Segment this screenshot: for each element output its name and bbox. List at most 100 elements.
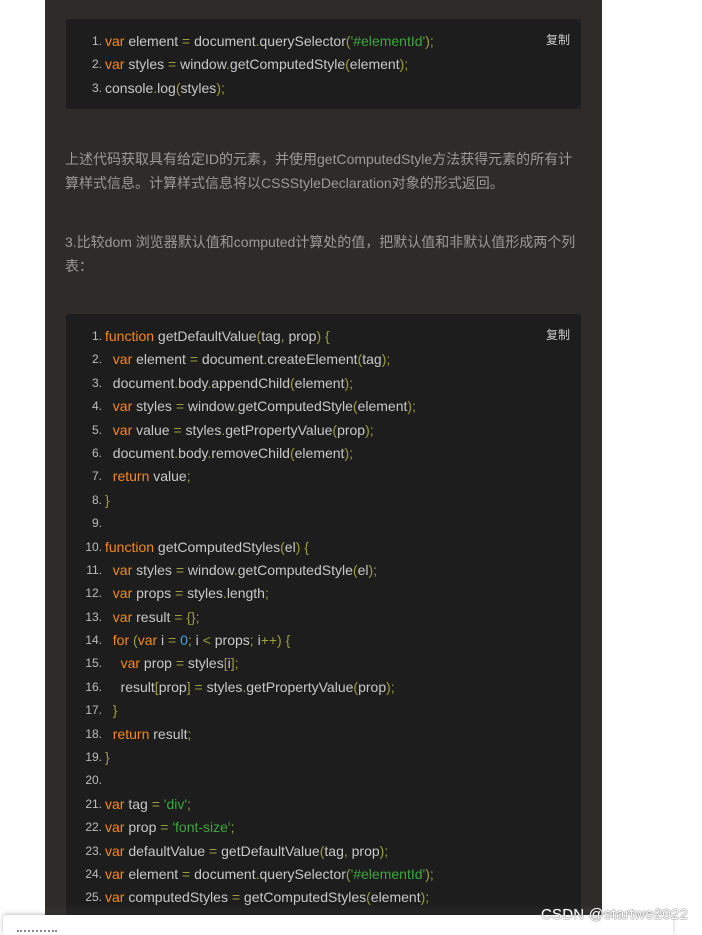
code-token: prop <box>124 819 161 836</box>
code-token: styles <box>132 561 176 578</box>
code-token: document <box>190 33 256 49</box>
line-number: 15. <box>85 656 102 671</box>
code-token: ++) <box>260 632 282 649</box>
code-line: 2. var element = document.createElement(… <box>66 348 581 371</box>
code-token: 'font-size' <box>172 819 231 836</box>
code-line: 3. console.log(styles); <box>66 77 581 100</box>
code-token: ]; <box>230 655 239 672</box>
code-token: element <box>370 889 421 906</box>
code-token: var <box>105 889 125 906</box>
code-token: = <box>175 561 184 578</box>
code-token: '#elementId' <box>350 865 426 882</box>
code-token: createElement <box>267 351 358 368</box>
code-line: 22. var prop = 'font-size'; <box>66 816 581 839</box>
code-token: ); <box>368 561 378 578</box>
code-token: appendChild <box>211 374 290 391</box>
code-token: styles <box>184 655 224 672</box>
code-token: ; <box>264 585 269 602</box>
code-token: var <box>105 795 125 812</box>
code-token: result <box>149 725 188 742</box>
line-number: 3. <box>91 80 102 95</box>
code-token: window <box>176 56 227 73</box>
code-token: document <box>190 865 256 882</box>
code-token: getComputedStyles <box>154 538 281 555</box>
code-line: 5. var value = styles.getPropertyValue(p… <box>66 419 581 442</box>
code-token: log <box>157 79 176 96</box>
code-token: var <box>105 819 125 836</box>
code-token: } <box>105 491 110 508</box>
line-number: 5. <box>91 422 102 437</box>
code-token: props <box>132 585 176 602</box>
code-token: = <box>175 655 185 672</box>
code-block-2: 复制 1. function getDefaultValue(tag, prop)… <box>66 314 581 932</box>
code-line: 13. var result = {}; <box>66 606 581 629</box>
code-token: var <box>112 351 133 368</box>
code-token: getComputedStyle <box>237 561 353 578</box>
code-token: length <box>226 585 265 602</box>
code-token: getPropertyValue <box>246 678 354 695</box>
line-number: 2. <box>91 352 102 367</box>
code-token: var <box>137 632 158 649</box>
code-token: window <box>184 398 234 415</box>
line-number: 4. <box>91 399 102 414</box>
code-token: = <box>209 842 218 859</box>
code-line: 18. return result; <box>66 723 581 746</box>
code-token: element <box>294 444 345 461</box>
code-token: = <box>173 421 182 438</box>
line-number: 10. <box>85 539 102 554</box>
code-token: element <box>124 33 183 49</box>
code-token: ; <box>186 468 191 485</box>
code-token: = <box>175 585 184 602</box>
code-line: 4. var styles = window.getComputedStyle(… <box>66 395 581 418</box>
code-token: = <box>194 678 203 695</box>
code-token: ); <box>407 398 416 415</box>
code-token: return <box>112 725 150 742</box>
code-token: getComputedStyle <box>237 398 353 415</box>
code-line: 24. var element = document.querySelector(… <box>66 863 581 886</box>
code-token: querySelector <box>259 865 346 882</box>
code-token: = <box>175 398 184 415</box>
code-line: 15. var prop = styles[i]; <box>66 652 581 675</box>
code-token: 0 <box>180 632 188 649</box>
code-token: ); <box>386 678 395 695</box>
code-token: document <box>105 374 175 391</box>
code-line: 11. var styles = window.getComputedStyle… <box>66 559 581 582</box>
code-line: 6. document.body.removeChild(element); <box>66 442 581 465</box>
paragraph-step-3: 3.比较dom 浏览器默认值和computed计算处的值，把默认值和非默认值形成… <box>65 234 576 274</box>
code-token: element <box>124 865 183 882</box>
line-number: 2. <box>91 57 102 72</box>
code-lines: 1. var element = document.querySelector('… <box>66 30 581 100</box>
code-token: 'div' <box>163 795 188 812</box>
code-token: element <box>349 56 400 73</box>
code-token: body <box>178 374 208 391</box>
code-token: prop <box>284 328 317 344</box>
code-token: var <box>105 865 125 882</box>
code-token: < <box>202 632 211 649</box>
code-line: 9. <box>66 512 581 535</box>
code-token: getComputedStyles <box>240 889 367 906</box>
code-token: getPropertyValue <box>225 421 333 438</box>
code-token: prop <box>158 678 187 695</box>
line-number: 22. <box>85 820 102 835</box>
code-token: = <box>151 795 160 812</box>
line-number: 20. <box>85 773 102 788</box>
code-token: styles <box>202 678 243 695</box>
code-token: = <box>182 33 191 49</box>
code-token: return <box>112 468 150 485</box>
code-line: 8.} <box>66 489 581 512</box>
code-token: styles <box>132 398 176 415</box>
code-token: = <box>168 56 177 73</box>
article-body: 复制 1. var element = document.querySelecto… <box>45 0 602 932</box>
code-token: ); <box>365 421 374 438</box>
code-token: ); <box>379 842 389 859</box>
code-token: var <box>112 398 133 415</box>
code-token: ; <box>187 795 191 812</box>
